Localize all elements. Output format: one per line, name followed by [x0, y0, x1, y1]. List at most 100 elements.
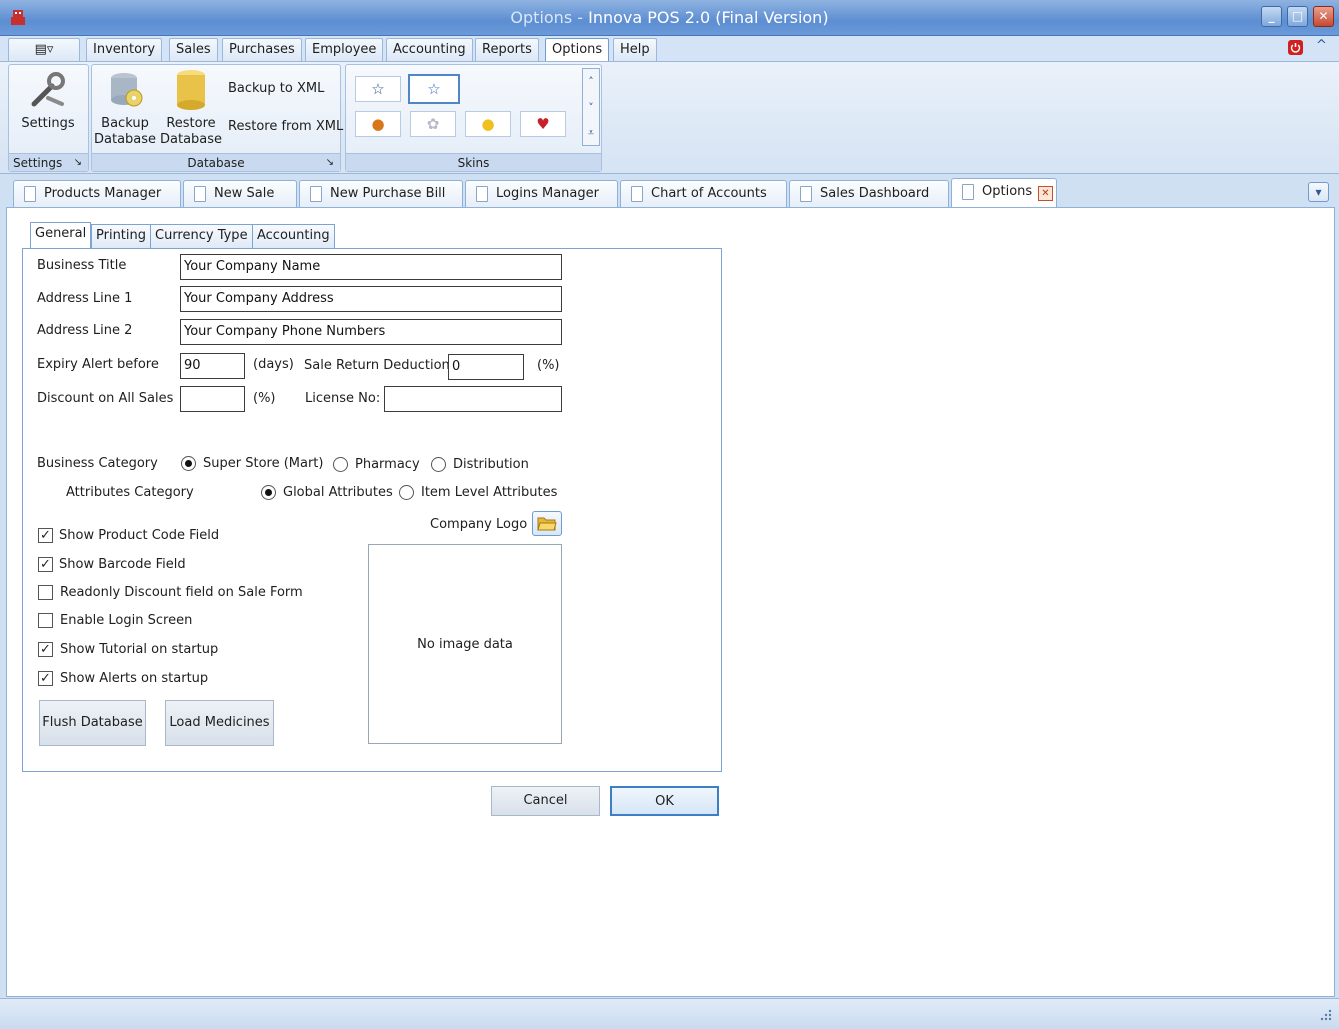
load-medicines-button[interactable]: Load Medicines: [165, 700, 274, 746]
doc-tab-options[interactable]: Options ✕: [951, 178, 1057, 208]
doc-tab-products-manager[interactable]: Products Manager: [13, 180, 181, 207]
show-alerts-label[interactable]: Show Alerts on startup: [60, 671, 208, 687]
doc-tab-new-sale[interactable]: New Sale: [183, 180, 297, 207]
restore-label-1: Restore: [166, 116, 216, 131]
doc-tab-chart-of-accounts[interactable]: Chart of Accounts: [620, 180, 787, 207]
folder-icon: [537, 515, 557, 536]
app-window: Options - Innova POS 2.0 (Final Version)…: [0, 0, 1339, 1029]
address-line-1-field[interactable]: Your Company Address: [180, 286, 562, 312]
close-tab-icon[interactable]: ✕: [1038, 186, 1053, 201]
attributes-category-label: Attributes Category: [66, 485, 194, 500]
maximize-button[interactable]: □: [1287, 6, 1308, 27]
doc-tab-new-purchase-bill[interactable]: New Purchase Bill: [299, 180, 463, 207]
subtab-currency-type[interactable]: Currency Type: [150, 224, 253, 248]
expiry-unit-label: (days): [253, 357, 294, 372]
group-label-settings: Settings ↘: [9, 153, 88, 171]
radio-item-level-attributes-label[interactable]: Item Level Attributes: [421, 485, 557, 501]
discount-unit-label: (%): [253, 391, 276, 406]
restore-label-2: Database: [160, 132, 223, 147]
address-line-1-label: Address Line 1: [37, 291, 133, 306]
database-cylinder-icon: [174, 68, 208, 116]
expiry-alert-label: Expiry Alert before: [37, 357, 159, 372]
settings-button[interactable]: Settings: [12, 66, 84, 140]
menu-tab-accounting[interactable]: Accounting: [386, 38, 473, 61]
radio-distribution[interactable]: [431, 457, 446, 472]
skin-blue-star-icon[interactable]: ☆: [355, 76, 401, 102]
browse-logo-button[interactable]: [532, 511, 562, 536]
skins-more-icon[interactable]: ⩡: [583, 121, 599, 145]
page-icon: [310, 186, 322, 202]
show-alerts-checkbox[interactable]: ✓: [38, 671, 53, 686]
no-image-text: No image data: [417, 637, 513, 652]
readonly-discount-label[interactable]: Readonly Discount field on Sale Form: [60, 585, 303, 601]
skin-pumpkin-icon[interactable]: ●: [355, 111, 401, 137]
skin-selected-star-icon[interactable]: ☆: [408, 74, 460, 104]
flush-database-button[interactable]: Flush Database: [39, 700, 146, 746]
menu-tab-reports[interactable]: Reports: [475, 38, 539, 61]
show-barcode-label[interactable]: Show Barcode Field: [59, 557, 186, 573]
expiry-alert-field[interactable]: 90: [180, 353, 245, 379]
menu-tab-employee[interactable]: Employee: [305, 38, 384, 61]
group-label-skins: Skins: [346, 153, 601, 171]
collapse-ribbon-icon[interactable]: ^: [1316, 38, 1330, 53]
discount-all-sales-field[interactable]: [180, 386, 245, 412]
company-logo-label: Company Logo: [430, 517, 528, 532]
skin-flower-icon[interactable]: ✿: [410, 111, 456, 137]
readonly-discount-checkbox[interactable]: [38, 585, 53, 600]
skins-scroll-up-icon[interactable]: ˄: [583, 69, 599, 94]
resize-grip-icon[interactable]: [1320, 1009, 1332, 1025]
backup-to-xml-button[interactable]: Backup to XML: [228, 81, 324, 97]
menu-tab-sales[interactable]: Sales: [169, 38, 218, 61]
radio-global-attributes-label[interactable]: Global Attributes: [283, 485, 393, 501]
subtab-accounting[interactable]: Accounting: [252, 224, 335, 248]
settings-expander-icon[interactable]: ↘: [74, 154, 82, 172]
doc-tab-sales-dashboard[interactable]: Sales Dashboard: [789, 180, 949, 207]
show-product-code-checkbox[interactable]: ✓: [38, 528, 53, 543]
radio-pharmacy[interactable]: [333, 457, 348, 472]
menu-tab-options[interactable]: Options: [545, 38, 610, 62]
skins-scroll-down-icon[interactable]: ˅: [583, 95, 599, 120]
subtab-general[interactable]: General: [30, 222, 92, 249]
quick-access-toolbar-button[interactable]: ▤▿: [8, 38, 80, 61]
skin-sun-icon[interactable]: ●: [465, 111, 511, 137]
skins-scrollbar[interactable]: ˄ ˅ ⩡: [582, 68, 600, 146]
tab-list-dropdown-icon[interactable]: ▾: [1308, 182, 1329, 202]
show-barcode-checkbox[interactable]: ✓: [38, 557, 53, 572]
menu-tab-inventory[interactable]: Inventory: [86, 38, 163, 61]
radio-item-level-attributes[interactable]: [399, 485, 414, 500]
business-title-field[interactable]: Your Company Name: [180, 254, 562, 280]
ok-button[interactable]: OK: [610, 786, 719, 816]
database-disk-icon: [108, 70, 144, 114]
radio-distribution-label[interactable]: Distribution: [453, 457, 529, 473]
enable-login-screen-label[interactable]: Enable Login Screen: [60, 613, 192, 629]
cancel-button[interactable]: Cancel: [491, 786, 600, 816]
database-expander-icon[interactable]: ↘: [326, 154, 334, 172]
backup-database-button[interactable]: Backup Database: [94, 68, 156, 150]
company-logo-preview[interactable]: No image data: [368, 544, 562, 744]
subtab-printing[interactable]: Printing: [91, 224, 152, 248]
minimize-button[interactable]: _: [1261, 6, 1282, 27]
settings-button-label: Settings: [21, 116, 75, 131]
radio-pharmacy-label[interactable]: Pharmacy: [355, 457, 420, 473]
power-icon[interactable]: [1288, 40, 1303, 55]
sale-return-deduction-field[interactable]: 0: [448, 354, 524, 380]
radio-super-store-label[interactable]: Super Store (Mart): [203, 456, 323, 472]
doc-tab-logins-manager[interactable]: Logins Manager: [465, 180, 618, 207]
radio-global-attributes[interactable]: [261, 485, 276, 500]
page-icon: [476, 186, 488, 202]
address-line-2-field[interactable]: Your Company Phone Numbers: [180, 319, 562, 345]
discount-all-sales-label: Discount on All Sales: [37, 391, 174, 406]
restore-database-button[interactable]: Restore Database: [160, 68, 222, 150]
menu-tab-help[interactable]: Help: [613, 38, 657, 61]
restore-from-xml-button[interactable]: Restore from XML: [228, 119, 343, 135]
status-bar: [0, 998, 1339, 1029]
show-tutorial-checkbox[interactable]: ✓: [38, 642, 53, 657]
show-tutorial-label[interactable]: Show Tutorial on startup: [60, 642, 218, 658]
license-no-field[interactable]: [384, 386, 562, 412]
radio-super-store[interactable]: [181, 456, 196, 471]
menu-tab-purchases[interactable]: Purchases: [222, 38, 302, 61]
close-window-button[interactable]: ✕: [1313, 6, 1334, 27]
show-product-code-label[interactable]: Show Product Code Field: [59, 528, 219, 544]
enable-login-screen-checkbox[interactable]: [38, 613, 53, 628]
skin-heart-icon[interactable]: ♥: [520, 111, 566, 137]
